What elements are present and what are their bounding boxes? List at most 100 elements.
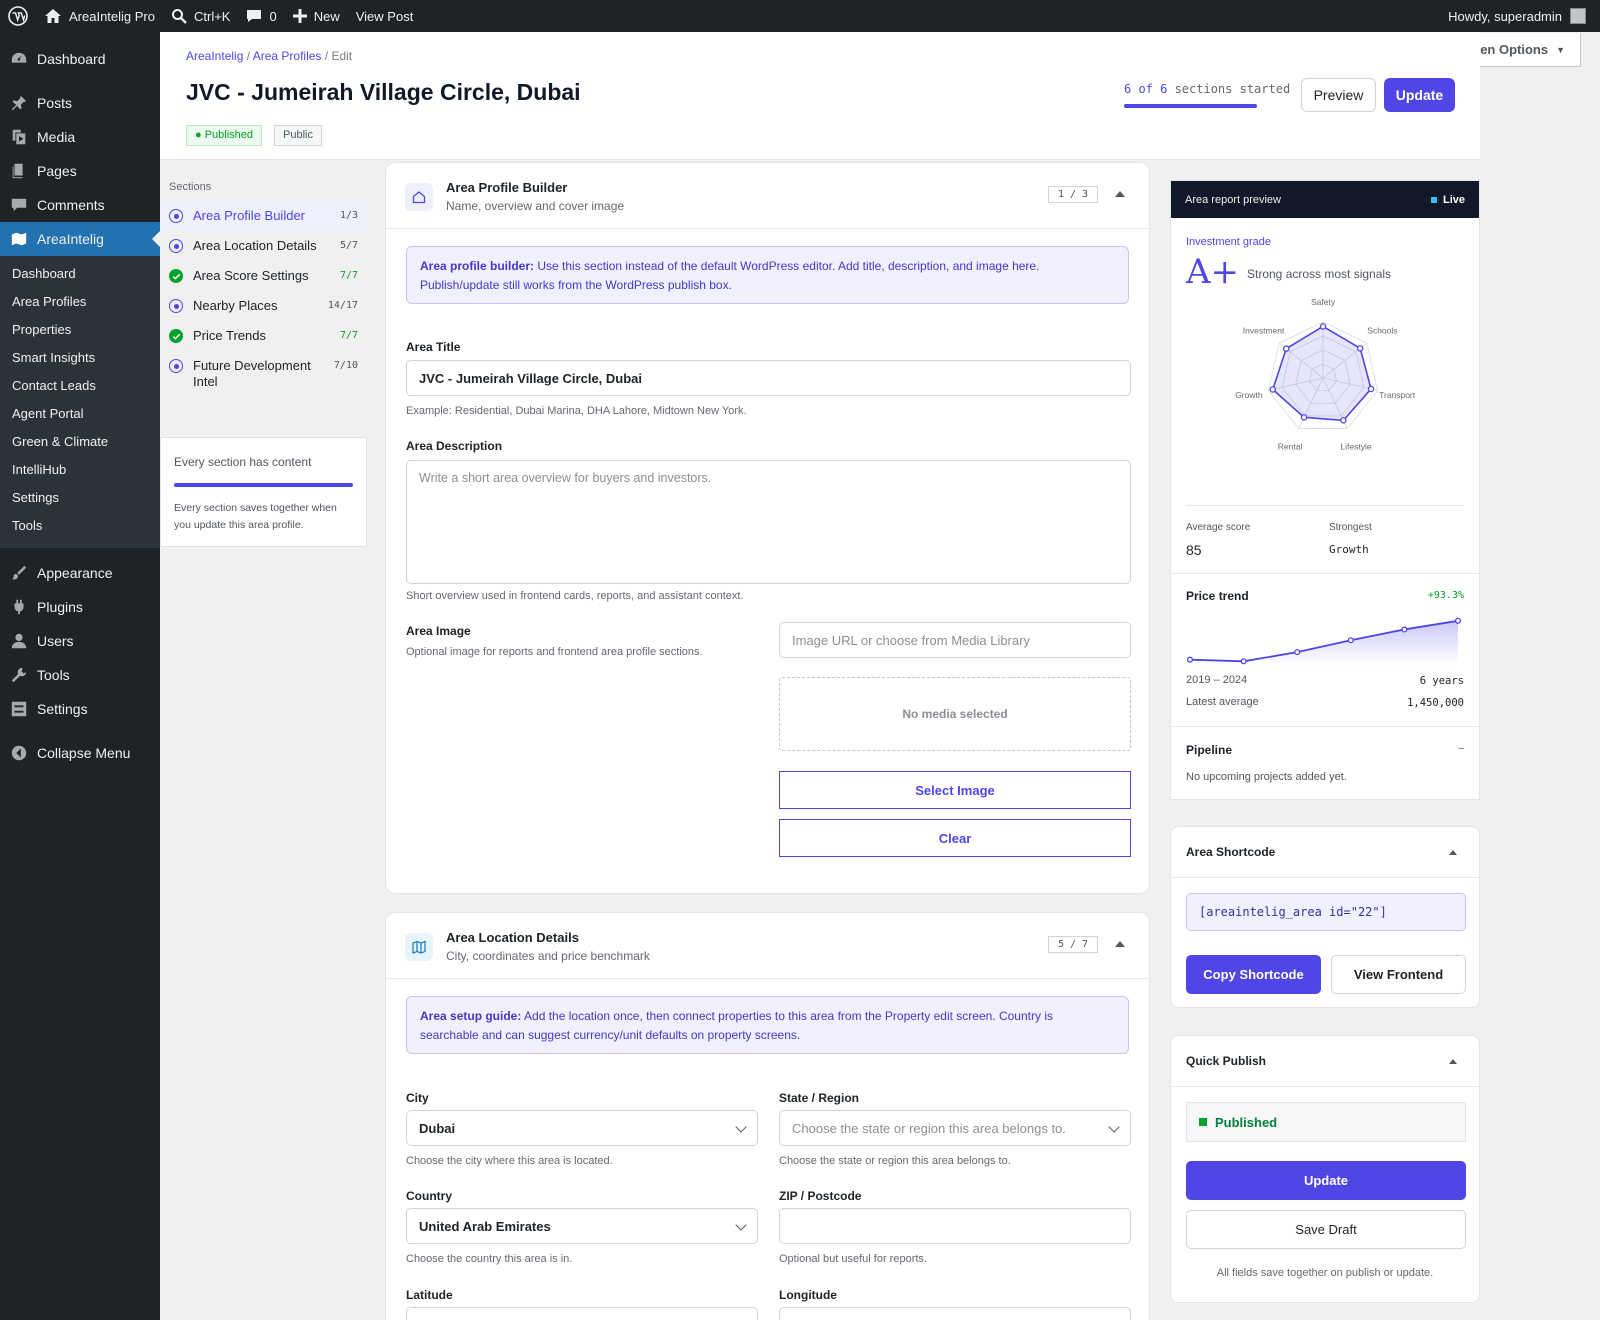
average-score-label: Average score: [1186, 522, 1251, 533]
collapse-caret-icon[interactable]: [1115, 941, 1125, 947]
quick-publish-box: Quick Publish Published Update Save Draf…: [1170, 1035, 1480, 1303]
area-description-textarea[interactable]: Write a short area overview for buyers a…: [406, 460, 1131, 584]
menu-pages[interactable]: Pages: [0, 154, 160, 188]
submenu-settings[interactable]: Settings: [0, 484, 160, 512]
box-header[interactable]: Area Shortcode: [1171, 827, 1479, 878]
breadcrumb-link-areaintelig[interactable]: AreaIntelig: [186, 49, 243, 63]
section-nav-label: Area Profile Builder: [193, 208, 305, 223]
trend-point: [1240, 658, 1247, 665]
new-link[interactable]: New: [285, 0, 348, 32]
clear-image-button[interactable]: Clear: [779, 819, 1131, 857]
radar-point: [1367, 385, 1375, 393]
menu-posts[interactable]: Posts: [0, 86, 160, 120]
latest-average-label: Latest average: [1186, 696, 1259, 708]
submenu-properties[interactable]: Properties: [0, 316, 160, 344]
country-select[interactable]: United Arab Emirates: [406, 1208, 758, 1244]
menu-settings[interactable]: Settings: [0, 692, 160, 726]
area-location-card: Area Location Details City, coordinates …: [385, 912, 1150, 1320]
card-header[interactable]: Area Profile Builder Name, overview and …: [386, 163, 1149, 229]
save-draft-button[interactable]: Save Draft: [1186, 1210, 1466, 1249]
preview-button[interactable]: Preview: [1301, 78, 1376, 112]
view-post-link[interactable]: View Post: [348, 0, 422, 32]
box-title: Area Shortcode: [1186, 845, 1276, 859]
latitude-input[interactable]: 25.0567: [406, 1307, 758, 1320]
card-title: Area Profile Builder: [446, 180, 568, 195]
menu-label: Plugins: [37, 599, 83, 615]
collapse-caret-icon[interactable]: [1115, 191, 1125, 197]
comment-icon: [11, 198, 27, 212]
note-heading: Area profile builder:: [420, 259, 535, 273]
section-nav-item[interactable]: Area Profile Builder 1/3: [160, 201, 367, 231]
image-url-input[interactable]: Image URL or choose from Media Library: [779, 622, 1131, 658]
menu-users[interactable]: Users: [0, 624, 160, 658]
menu-appearance[interactable]: Appearance: [0, 556, 160, 590]
box-header[interactable]: Quick Publish: [1171, 1036, 1479, 1087]
copy-shortcode-button[interactable]: Copy Shortcode: [1186, 955, 1321, 994]
wp-logo-icon[interactable]: [0, 0, 36, 32]
menu-dashboard[interactable]: Dashboard: [0, 42, 160, 76]
area-title-label: Area Title: [406, 340, 461, 354]
status-badge: ● Published: [186, 125, 263, 146]
submenu-tools[interactable]: Tools: [0, 512, 160, 540]
summary-progress-bar: [174, 483, 353, 487]
media-dropzone[interactable]: No media selected: [779, 677, 1131, 751]
grade-value: A+: [1186, 252, 1240, 292]
area-title-input[interactable]: JVC - Jumeirah Village Circle, Dubai: [406, 360, 1131, 396]
menu-tools[interactable]: Tools: [0, 658, 160, 692]
menu-areaintelig[interactable]: AreaIntelig: [0, 222, 160, 256]
view-frontend-button[interactable]: View Frontend: [1331, 955, 1466, 994]
progress-circle-icon: [169, 209, 183, 223]
submenu-contact-leads[interactable]: Contact Leads: [0, 372, 160, 400]
state-select[interactable]: Choose the state or region this area bel…: [779, 1110, 1131, 1146]
submenu-agent-portal[interactable]: Agent Portal: [0, 400, 160, 428]
city-select[interactable]: Dubai: [406, 1110, 758, 1146]
collapse-caret-icon[interactable]: [1449, 850, 1457, 855]
menu-comments[interactable]: Comments: [0, 188, 160, 222]
latest-average-value: 1,450,000: [1407, 697, 1464, 709]
publish-note: All fields save together on publish or u…: [1216, 1267, 1434, 1279]
comments-link[interactable]: 0: [238, 0, 284, 32]
trend-point: [1454, 617, 1462, 624]
submenu-intellihub[interactable]: IntelliHub: [0, 456, 160, 484]
site-name-link[interactable]: AreaIntelig Pro: [36, 0, 163, 32]
submenu-green-climate[interactable]: Green & Climate: [0, 428, 160, 456]
home-icon: [45, 9, 61, 23]
section-nav-item[interactable]: Future Development Intel 7/10: [160, 351, 367, 397]
card-header[interactable]: Area Location Details City, coordinates …: [386, 913, 1149, 979]
section-nav-item[interactable]: Nearby Places 14/17: [160, 291, 367, 321]
publish-update-button[interactable]: Update: [1186, 1161, 1466, 1200]
city-label: City: [406, 1091, 429, 1105]
price-trend-chart: [1186, 617, 1462, 665]
collapse-caret-icon[interactable]: [1449, 1059, 1457, 1064]
radar-chart: Safety Schools Transport Lifestyle Rental Gro…: [1235, 297, 1416, 451]
menu-media[interactable]: Media: [0, 120, 160, 154]
update-button[interactable]: Update: [1384, 78, 1455, 112]
account-menu[interactable]: Howdy, superadmin: [1448, 8, 1600, 24]
submenu-dashboard[interactable]: Dashboard: [0, 260, 160, 288]
pipeline-text: No upcoming projects added yet.: [1186, 771, 1347, 783]
area-description-hint: Short overview used in frontend cards, r…: [406, 590, 744, 602]
radar-axis-label: Growth: [1235, 390, 1263, 400]
section-nav-item[interactable]: Price Trends 7/7: [160, 321, 367, 351]
area-image-hint: Optional image for reports and frontend …: [406, 646, 703, 658]
search-link[interactable]: Ctrl+K: [163, 0, 238, 32]
plugin-icon: [14, 599, 24, 615]
menu-plugins[interactable]: Plugins: [0, 590, 160, 624]
breadcrumb-link-area-profiles[interactable]: Area Profiles: [253, 49, 322, 63]
home-icon: [405, 183, 433, 211]
submenu-area-profiles[interactable]: Area Profiles: [0, 288, 160, 316]
shortcode-field[interactable]: [areaintelig_area id="22"]: [1186, 893, 1466, 931]
publish-status: Published: [1186, 1102, 1466, 1142]
visibility-badge: Public: [274, 125, 322, 146]
select-image-button[interactable]: Select Image: [779, 771, 1131, 809]
collapse-menu-button[interactable]: Collapse Menu: [0, 736, 160, 770]
radar-point: [1340, 417, 1347, 424]
progress-circle-icon: [169, 299, 183, 313]
comment-icon: [247, 10, 262, 22]
section-nav-item[interactable]: Area Score Settings 7/7: [160, 261, 367, 291]
submenu-smart-insights[interactable]: Smart Insights: [0, 344, 160, 372]
zip-input[interactable]: [779, 1208, 1131, 1244]
longitude-input[interactable]: 55.2090: [779, 1307, 1131, 1320]
section-nav-item[interactable]: Area Location Details 5/7: [160, 231, 367, 261]
preview-header: Area report preview Live: [1171, 181, 1479, 218]
